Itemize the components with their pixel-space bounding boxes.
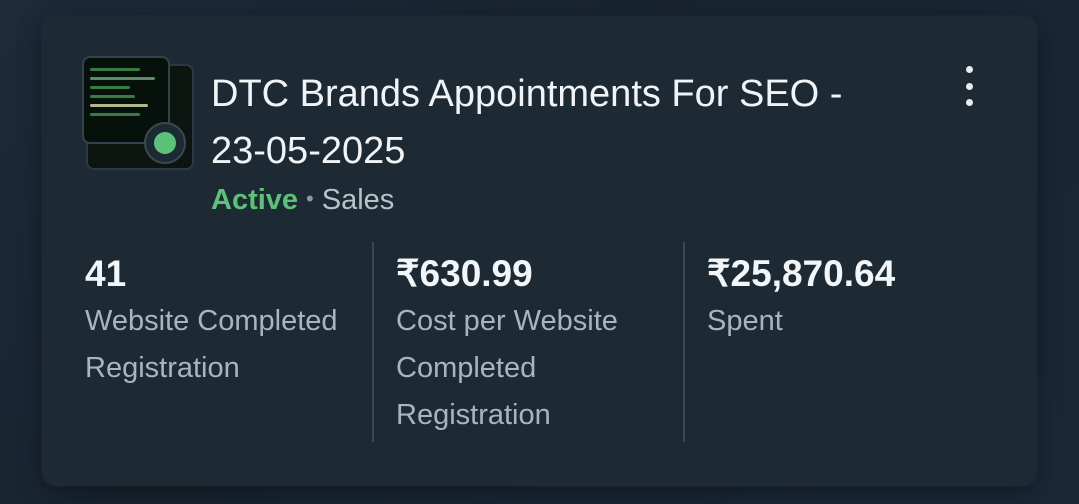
active-status-dot-icon (144, 122, 186, 164)
stat-label: Website Completed Registration (85, 305, 338, 384)
meta-separator: • (306, 186, 314, 211)
stat-value: ₹630.99 (396, 253, 533, 294)
more-vertical-icon[interactable] (954, 66, 984, 106)
campaign-meta: Active • Sales (211, 182, 394, 217)
status-label: Active (211, 184, 299, 216)
stat-label: Cost per Website Completed Registration (396, 305, 618, 431)
campaign-thumbnail (82, 56, 194, 170)
stats-row: 41 Website Completed Registration ₹630.9… (42, 242, 1037, 442)
stat-value: 41 (85, 253, 127, 294)
campaign-title[interactable]: DTC Brands Appointments For SEO - 23-05-… (211, 66, 851, 180)
stat-spent: ₹25,870.64 Spent (707, 242, 1007, 442)
stat-label: Spent (707, 305, 783, 337)
stat-cost-per-result: ₹630.99 Cost per Website Completed Regis… (396, 242, 676, 442)
stat-value: ₹25,870.64 (707, 253, 896, 294)
stat-divider (372, 242, 374, 442)
stat-divider (683, 242, 685, 442)
campaign-card[interactable]: DTC Brands Appointments For SEO - 23-05-… (42, 16, 1037, 486)
stat-results: 41 Website Completed Registration (85, 242, 365, 442)
category-label: Sales (321, 184, 395, 216)
